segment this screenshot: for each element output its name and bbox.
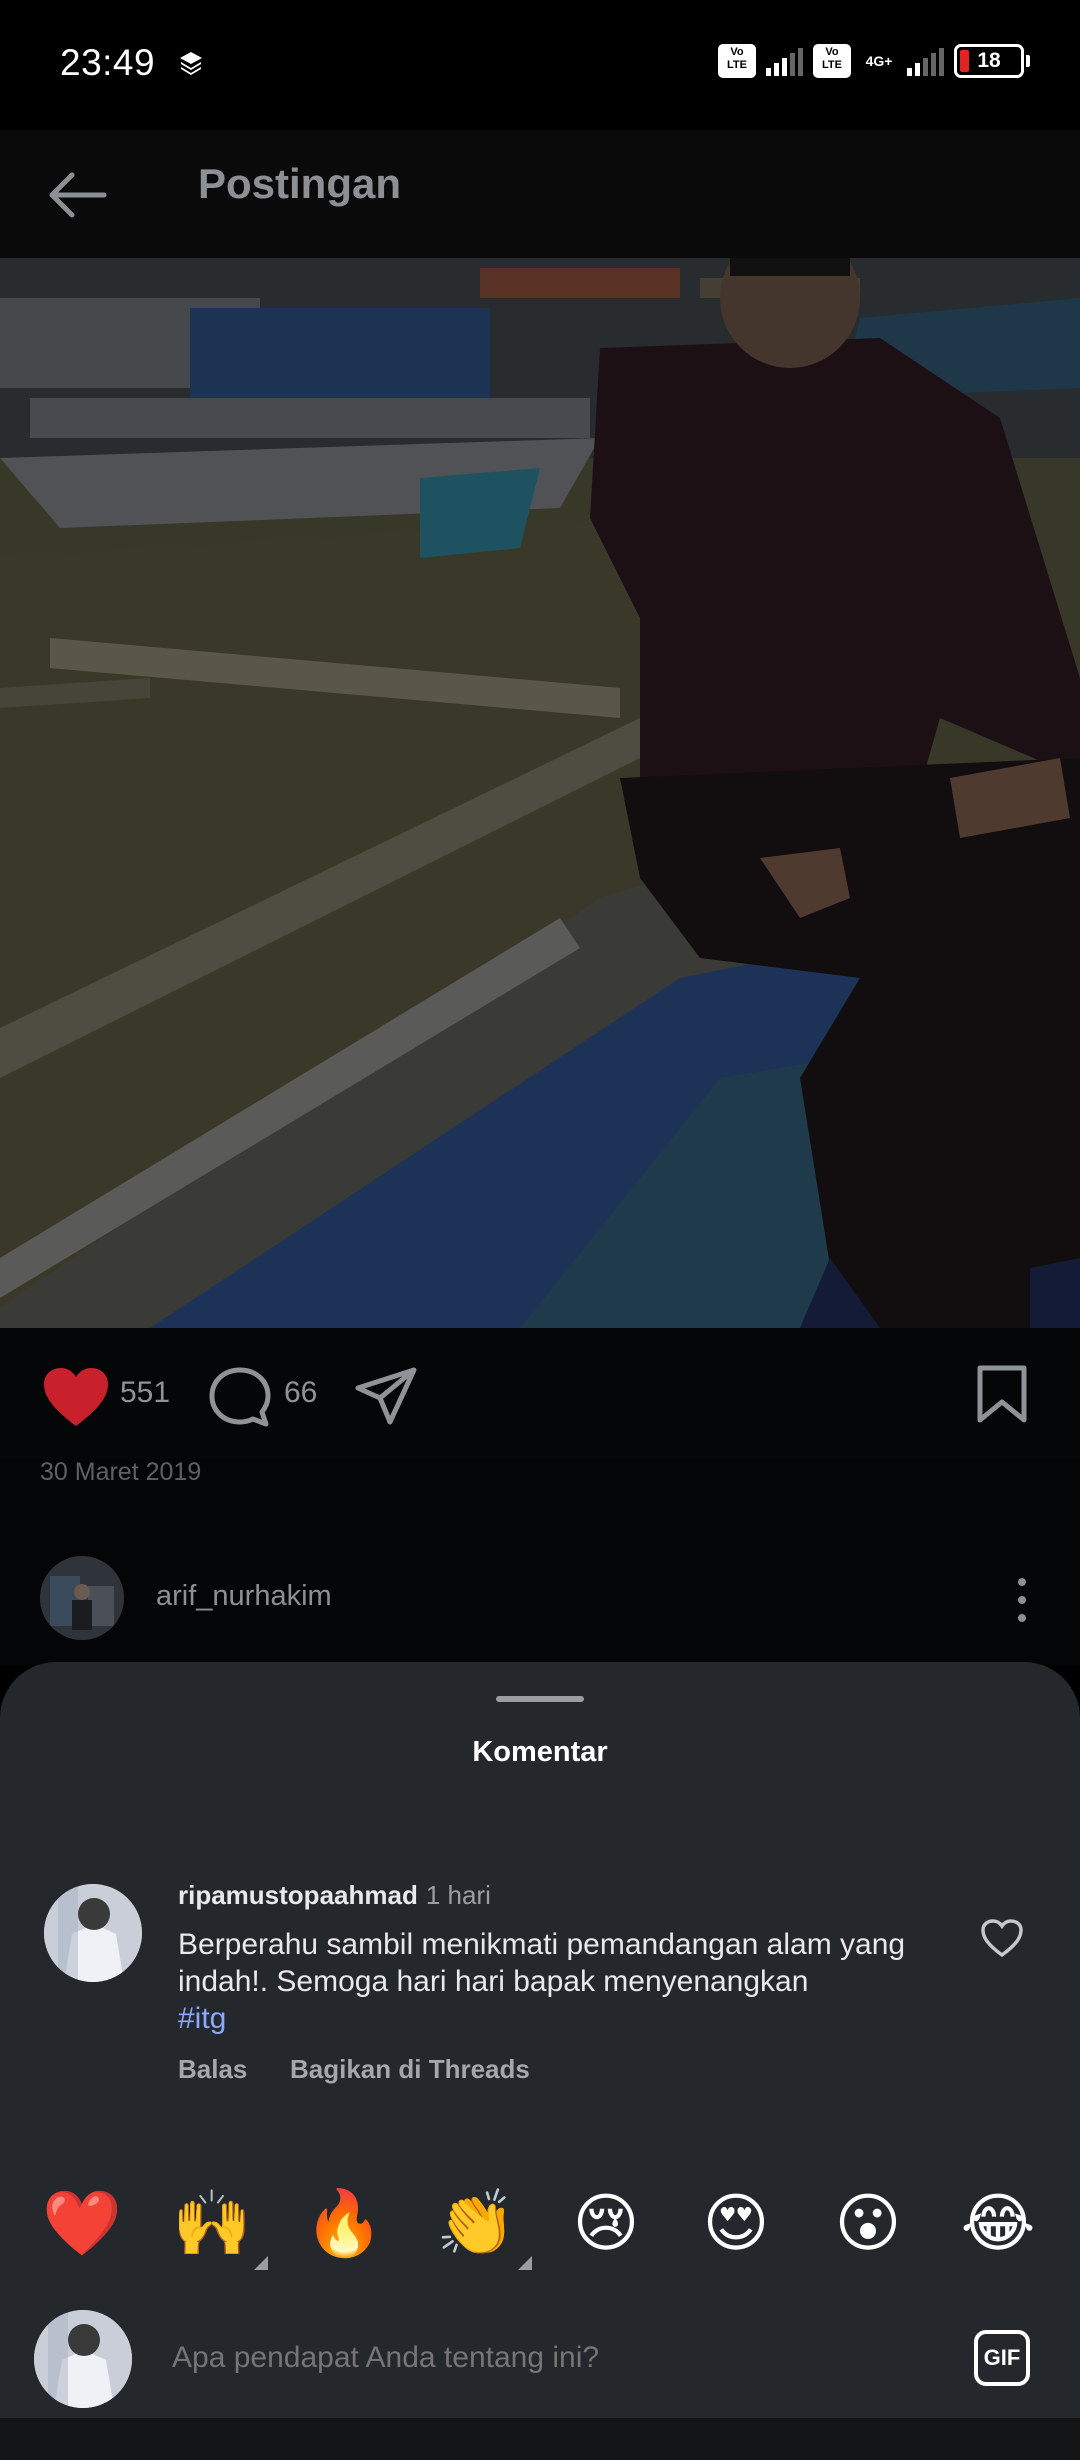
app-header: Postingan — [0, 130, 1080, 258]
author-row: arif_nurhakim — [0, 1538, 1080, 1666]
comment-icon[interactable] — [208, 1366, 272, 1430]
reaction-raising-hands[interactable]: 🙌 — [172, 2184, 268, 2270]
comment-input-row: GIF — [0, 2284, 1080, 2408]
reaction-heart[interactable]: ❤️ — [42, 2184, 122, 2264]
battery-level: 18 — [977, 49, 1001, 72]
comment-time: 1 hari — [425, 1880, 491, 1910]
sheet-title: Komentar — [472, 1736, 608, 1768]
post-date: 30 Maret 2019 — [40, 1458, 202, 1486]
signal-icon — [907, 46, 944, 76]
share-threads-button[interactable]: Bagikan di Threads — [290, 2054, 530, 2085]
comment-count[interactable]: 66 — [284, 1376, 317, 1410]
comment-input[interactable] — [170, 2340, 934, 2376]
layers-icon — [180, 52, 202, 75]
like-heart-icon[interactable] — [42, 1366, 110, 1428]
reaction-laughing[interactable]: 😂 — [958, 2184, 1038, 2264]
post-date-row: 30 Maret 2019 — [0, 1458, 1080, 1538]
reaction-fire[interactable]: 🔥 — [304, 2184, 384, 2264]
gif-button[interactable]: GIF — [974, 2330, 1030, 2386]
post-actions: 551 66 — [0, 1328, 1080, 1458]
my-avatar — [34, 2310, 132, 2408]
reaction-heart-eyes[interactable]: 😍 — [696, 2184, 776, 2264]
back-arrow-icon[interactable] — [42, 160, 112, 230]
comment-body: Berperahu sambil menikmati pemandangan a… — [178, 1926, 938, 2037]
comment-hashtag[interactable]: #itg — [178, 2000, 938, 2037]
volte-badge: Vo LTE — [813, 44, 851, 78]
battery-icon: 18 — [954, 44, 1030, 78]
comment-text: Berperahu sambil menikmati pemandangan a… — [178, 1928, 906, 1998]
post-photo[interactable] — [0, 258, 1080, 1328]
author-avatar[interactable] — [40, 1556, 124, 1640]
volte-badge: Vo LTE — [718, 44, 756, 78]
network-type: 4G+ — [865, 53, 893, 69]
system-nav-bar — [0, 2418, 1080, 2460]
commenter-avatar[interactable] — [44, 1884, 142, 1982]
status-time: 23:49 — [60, 42, 156, 83]
share-send-icon[interactable] — [354, 1366, 418, 1428]
reaction-clapping[interactable]: 👏 — [436, 2184, 532, 2270]
reaction-crying[interactable]: 😢 — [566, 2184, 646, 2264]
comments-sheet: Komentar ripamustopaahmad 1 hari Berperah… — [0, 1662, 1080, 2460]
comment-header: ripamustopaahmad 1 hari — [178, 1880, 491, 1911]
bookmark-icon[interactable] — [976, 1364, 1028, 1424]
reply-button[interactable]: Balas — [178, 2054, 247, 2085]
like-count[interactable]: 551 — [120, 1376, 170, 1410]
signal-icon — [766, 46, 803, 76]
status-bar: 23:49 Vo LTE Vo LTE 4G+ 18 — [0, 0, 1080, 130]
page-title: Postingan — [198, 160, 402, 207]
reaction-bar: ❤️ 🙌 🔥 👏 😢 😍 😮 😂 — [0, 2184, 1080, 2274]
commenter-username[interactable]: ripamustopaahmad — [178, 1880, 418, 1910]
more-options-icon[interactable] — [1012, 1574, 1032, 1626]
comment-like-heart-icon[interactable] — [980, 1918, 1024, 1958]
author-username[interactable]: arif_nurhakim — [156, 1580, 332, 1613]
drag-handle[interactable] — [496, 1696, 584, 1702]
reaction-surprised[interactable]: 😮 — [828, 2184, 908, 2264]
